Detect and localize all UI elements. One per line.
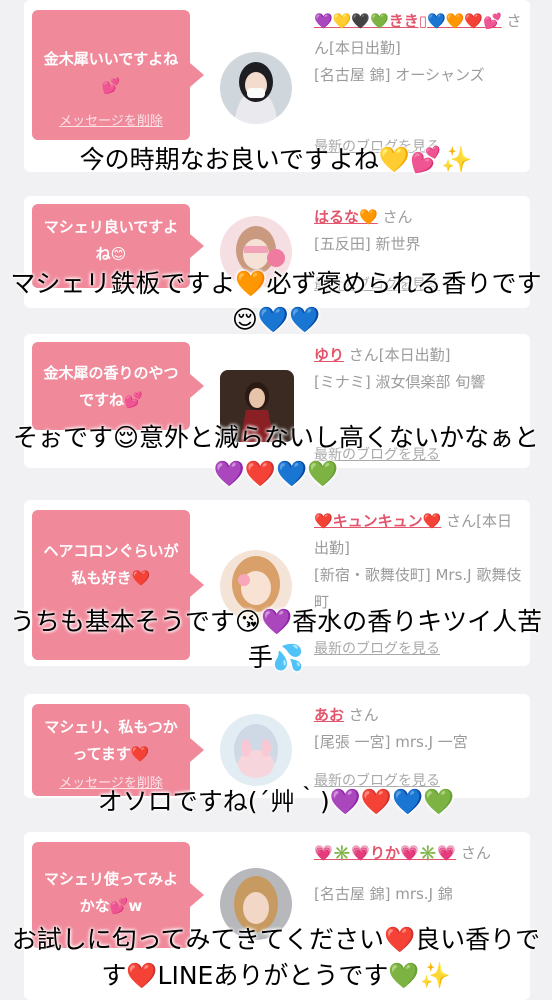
message-text: 金木犀いいですよね💕	[43, 50, 179, 95]
sender-info: ❤️キュンキュン❤️ さん[本日出勤] [新宿・歌舞伎町] Mrs.J 歌舞伎町	[314, 508, 526, 616]
sender-name[interactable]: 💜💛🖤💚きき▯💙🧡❤️💕	[314, 12, 502, 30]
sender-name[interactable]: はるな🧡	[314, 208, 378, 226]
message-text: マシェリ使ってみよかな💕w	[43, 870, 179, 915]
sender-info: 💗✳️💗りか💗✳️💗 さん [名古屋 錦] mrs.J 錦	[314, 840, 526, 908]
shop-name[interactable]: [ミナミ] 淑女倶楽部 旬響	[314, 369, 526, 396]
sender-name[interactable]: あお	[314, 706, 344, 724]
shop-name[interactable]: [名古屋 錦] オーシャンズ	[314, 62, 526, 89]
overlay-caption: 今の時期なお良いですよね💛💕✨	[79, 145, 473, 174]
shop-name[interactable]: [尾張 一宮] mrs.J 一宮	[314, 729, 526, 756]
message-text: 金木犀の香りのやつですね💕	[43, 364, 179, 409]
message-text: マシェリ、私もつかってます❤️	[44, 718, 178, 763]
avatar[interactable]	[220, 52, 292, 124]
sender-status: さん	[377, 208, 413, 226]
shop-name[interactable]: [名古屋 錦] mrs.J 錦	[314, 881, 526, 908]
sender-status: さん	[456, 844, 491, 862]
overlay-caption: お試しに匂ってみてきてください❤️良い香りです❤️LINEありがとうです💚✨	[11, 925, 541, 990]
sender-status: さん	[344, 706, 379, 724]
avatar[interactable]	[220, 714, 292, 786]
message-card: マシェリ、私もつかってます❤️ メッセージを削除 あお さん [尾張 一宮] m…	[24, 694, 530, 798]
message-text: マシェリ良いですよね😊	[43, 218, 179, 263]
delete-message-link[interactable]: メッセージを削除	[32, 110, 190, 129]
message-bubble: 金木犀いいですよね💕 メッセージを削除	[32, 10, 204, 140]
sender-info: 💜💛🖤💚きき▯💙🧡❤️💕 さん[本日出勤] [名古屋 錦] オーシャンズ	[314, 8, 526, 89]
message-bubble: 金木犀の香りのやつですね💕	[32, 342, 204, 430]
sender-info: ゆり さん[本日出勤] [ミナミ] 淑女倶楽部 旬響	[314, 342, 526, 396]
sender-name[interactable]: ❤️キュンキュン❤️	[314, 512, 441, 530]
sender-status: さん[本日出勤]	[344, 346, 451, 364]
overlay-caption: マシェリ鉄板ですよ🧡必ず褒められる香りです😌💙💙	[10, 269, 542, 334]
overlay-caption: うちも基本そうです😘💜香水の香りキツイ人苦手💦	[9, 607, 543, 672]
shop-name[interactable]: [五反田] 新世界	[314, 231, 526, 258]
sender-info: あお さん [尾張 一宮] mrs.J 一宮	[314, 702, 526, 756]
message-text: ヘアコロンぐらいが私も好き❤️	[43, 542, 179, 587]
sender-info: はるな🧡 さん [五反田] 新世界	[314, 204, 526, 258]
overlay-caption: オソロですね(´艸｀)💜❤️💙💚	[97, 787, 455, 816]
sender-name[interactable]: ゆり	[314, 346, 344, 364]
message-bubble: マシェリ、私もつかってます❤️ メッセージを削除	[32, 704, 204, 796]
overlay-caption: そぉです😌意外と減らないし高くないかなぁと💜❤️💙💚	[12, 423, 540, 488]
sender-name[interactable]: 💗✳️💗りか💗✳️💗	[314, 844, 456, 862]
